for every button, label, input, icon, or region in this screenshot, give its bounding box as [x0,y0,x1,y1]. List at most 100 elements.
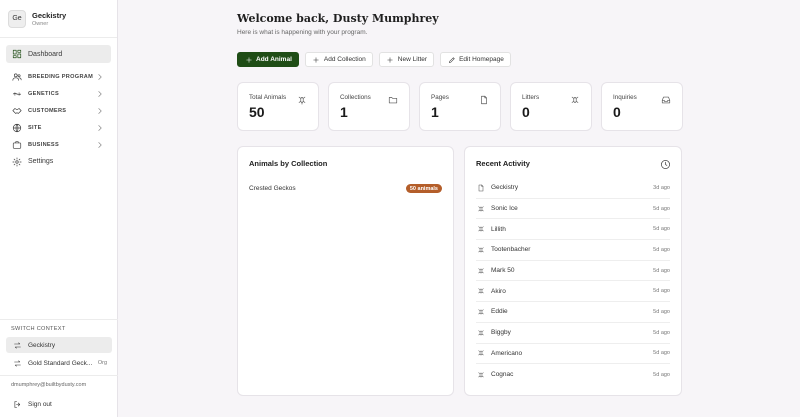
stat-value: 50 [249,104,265,120]
stat-value: 1 [340,104,348,120]
sidebar-item-label: Dashboard [28,50,63,58]
stat-value: 0 [522,104,530,120]
stats-row: Total Animals 50 Collections 1 Pages 1 L… [237,82,683,131]
activity-row[interactable]: Eddie 5d ago [476,302,670,323]
org-avatar: Ge [8,9,26,28]
add-animal-button[interactable]: Add Animal [237,52,299,67]
gecko-icon [476,286,486,296]
gecko-icon [476,348,486,358]
activity-time: 5d ago [653,267,670,274]
activity-row[interactable]: Geckistry 3d ago [476,178,670,199]
context-item-tag: Org [97,360,107,366]
handshake-icon [11,105,23,117]
chevron-right-icon [94,122,106,134]
activity-time: 5d ago [653,288,670,295]
activity-time: 5d ago [653,371,670,378]
folder-icon [387,94,399,106]
dashboard-icon [11,48,23,60]
activity-row[interactable]: Mark 50 5d ago [476,261,670,282]
collection-count-badge: 50 animals [405,184,442,193]
activity-row[interactable]: Biggby 5d ago [476,323,670,344]
user-footer: dmumphrey@builtbydusty.com Sign out [0,375,118,410]
quick-actions: Add Animal Add Collection New Litter Edi… [237,52,511,67]
stat-card-total-animals[interactable]: Total Animals 50 [237,82,319,131]
chevron-right-icon [94,88,106,100]
context-item-gold-standard[interactable]: Gold Standard Geck... Org [6,355,112,371]
edit-homepage-button[interactable]: Edit Homepage [440,52,511,67]
edit-homepage-label: Edit Homepage [459,56,504,63]
activity-row[interactable]: Tootenbacher 5d ago [476,240,670,261]
context-item-label: Geckistry [28,341,56,349]
collection-name: Crested Geckos [249,185,296,192]
collections-title: Animals by Collection [249,159,328,168]
activity-name: Akiro [491,287,506,295]
sign-out-button[interactable]: Sign out [11,398,107,410]
activity-row[interactable]: Lillith 5d ago [476,219,670,241]
activity-time: 5d ago [653,308,670,315]
users-icon [11,71,23,83]
swap-icon [11,357,23,369]
chevron-right-icon [94,71,106,83]
activity-row[interactable]: Akiro 5d ago [476,281,670,303]
org-switcher[interactable]: Ge Geckistry Owner [0,0,117,38]
gecko-icon [476,328,486,338]
sidebar-item-business[interactable]: BUSINESS [6,136,111,153]
stat-value: 0 [613,104,621,120]
activity-name: Sonic Ice [491,205,518,213]
clock-icon [659,158,671,170]
activity-row[interactable]: Sonic Ice 5d ago [476,199,670,220]
add-collection-label: Add Collection [323,56,366,63]
activity-list: Geckistry 3d ago Sonic Ice 5d ago Lillit… [476,178,670,385]
activity-name: Cognac [491,371,514,379]
sidebar-item-customers[interactable]: CUSTOMERS [6,102,111,119]
stat-card-collections[interactable]: Collections 1 [328,82,410,131]
activity-time: 5d ago [653,350,670,357]
activity-name: Biggby [491,329,511,337]
org-role: Owner [32,20,49,27]
activity-time: 3d ago [653,184,670,191]
sidebar-nav: Dashboard BREEDING PROGRAM GENETICS CUST… [0,38,117,170]
activity-name: Mark 50 [491,267,515,275]
inbox-icon [660,94,672,106]
plus-icon [244,55,253,64]
add-collection-button[interactable]: Add Collection [304,52,373,67]
stat-card-pages[interactable]: Pages 1 [419,82,501,131]
new-litter-button[interactable]: New Litter [378,52,435,67]
org-name: Geckistry [32,10,67,20]
page-title: Welcome back, Dusty Mumphrey [237,12,439,25]
gecko-icon [476,370,486,380]
sidebar-item-label: GENETICS [28,90,59,97]
plus-icon [386,55,395,64]
page-icon [476,183,486,193]
sidebar-item-settings[interactable]: Settings [6,153,111,170]
sidebar-item-label: BUSINESS [28,141,59,148]
gecko-icon [476,307,486,317]
sidebar-item-breeding-program[interactable]: BREEDING PROGRAM [6,68,111,85]
collection-row[interactable]: Crested Geckos 50 animals [249,184,442,193]
switch-context: SWITCH CONTEXT Geckistry Gold Standard G… [0,319,118,373]
sidebar-item-dashboard[interactable]: Dashboard [6,45,111,63]
gecko-icon [296,94,308,106]
activity-time: 5d ago [653,246,670,253]
plus-icon [312,55,321,64]
activity-row[interactable]: Americano 5d ago [476,344,670,365]
stat-card-litters[interactable]: Litters 0 [510,82,592,131]
sign-out-label: Sign out [28,400,52,408]
sidebar-item-label: BREEDING PROGRAM [28,73,94,80]
chevron-right-icon [94,105,106,117]
sidebar-item-genetics[interactable]: GENETICS [6,85,111,102]
page-icon [478,94,490,106]
activity-name: Geckistry [491,184,519,192]
page-subtitle: Here is what is happening with your prog… [237,29,368,36]
globe-icon [11,122,23,134]
activity-row[interactable]: Cognac 5d ago [476,364,670,385]
context-item-geckistry[interactable]: Geckistry [6,337,112,353]
stat-card-inquiries[interactable]: Inquiries 0 [601,82,683,131]
activity-name: Tootenbacher [491,246,531,254]
user-email: dmumphrey@builtbydusty.com [11,382,87,388]
activity-name: Americano [491,349,523,357]
sidebar-item-label: CUSTOMERS [28,107,67,114]
gecko-icon [476,204,486,214]
sidebar-item-site[interactable]: SITE [6,119,111,136]
activity-name: Lillith [491,225,506,233]
